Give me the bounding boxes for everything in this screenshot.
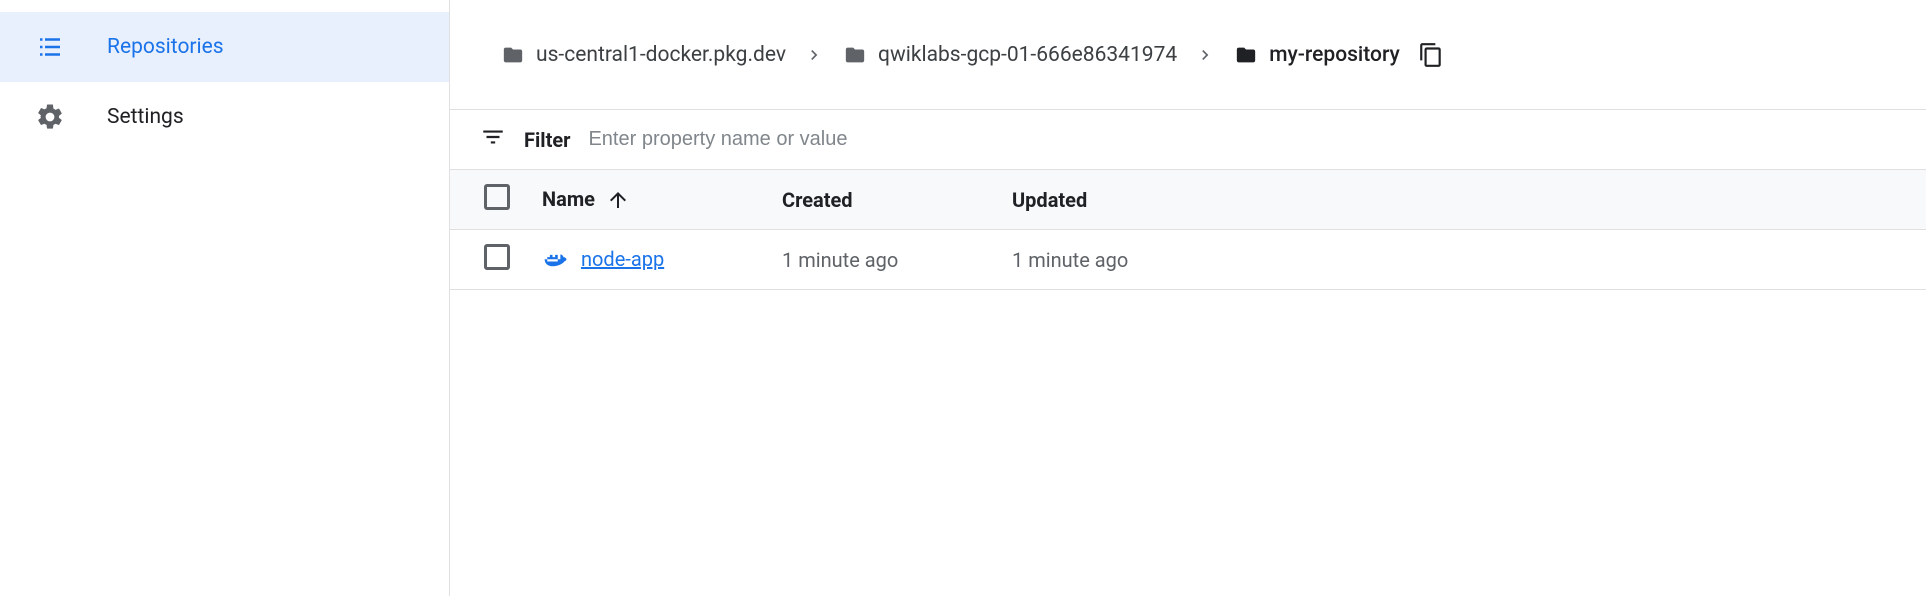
filter-bar: Filter: [450, 110, 1926, 169]
artifact-link[interactable]: node-app: [581, 247, 664, 271]
copy-icon[interactable]: [1418, 42, 1444, 68]
breadcrumb-label: qwiklabs-gcp-01-666e86341974: [878, 43, 1177, 67]
sidebar-item-repositories[interactable]: Repositories: [0, 12, 449, 82]
main-content: us-central1-docker.pkg.dev qwiklabs-gcp-…: [450, 0, 1926, 596]
list-icon: [35, 32, 65, 62]
folder-icon: [1233, 44, 1259, 66]
column-header-name[interactable]: Name: [530, 170, 770, 230]
breadcrumb-item-project[interactable]: qwiklabs-gcp-01-666e86341974: [842, 43, 1177, 67]
sidebar-item-label: Repositories: [107, 35, 224, 59]
folder-icon: [500, 44, 526, 66]
breadcrumb-label: my-repository: [1269, 43, 1400, 67]
table-header-row: Name Created Updated: [450, 170, 1926, 230]
sidebar-item-settings[interactable]: Settings: [0, 82, 449, 152]
sidebar-item-label: Settings: [107, 105, 184, 129]
filter-input[interactable]: [588, 128, 1896, 151]
select-all-checkbox[interactable]: [484, 184, 510, 210]
column-header-created[interactable]: Created: [770, 170, 1000, 230]
chevron-right-icon: [804, 45, 824, 65]
filter-icon: [480, 124, 506, 155]
table-row: node-app 1 minute ago 1 minute ago: [450, 230, 1926, 290]
row-checkbox[interactable]: [484, 244, 510, 270]
filter-label: Filter: [524, 128, 570, 152]
gear-icon: [35, 102, 65, 132]
column-header-updated[interactable]: Updated: [1000, 170, 1926, 230]
cell-updated: 1 minute ago: [1000, 230, 1926, 290]
chevron-right-icon: [1195, 45, 1215, 65]
folder-icon: [842, 44, 868, 66]
breadcrumb-item-repository[interactable]: my-repository: [1233, 43, 1400, 67]
breadcrumb-item-registry[interactable]: us-central1-docker.pkg.dev: [500, 43, 786, 67]
sidebar: Repositories Settings: [0, 0, 450, 596]
sort-ascending-icon: [606, 188, 630, 212]
cell-created: 1 minute ago: [770, 230, 1000, 290]
repositories-table: Name Created Updated: [450, 169, 1926, 290]
breadcrumb: us-central1-docker.pkg.dev qwiklabs-gcp-…: [450, 0, 1926, 110]
breadcrumb-label: us-central1-docker.pkg.dev: [536, 43, 786, 67]
docker-icon: [542, 250, 570, 272]
